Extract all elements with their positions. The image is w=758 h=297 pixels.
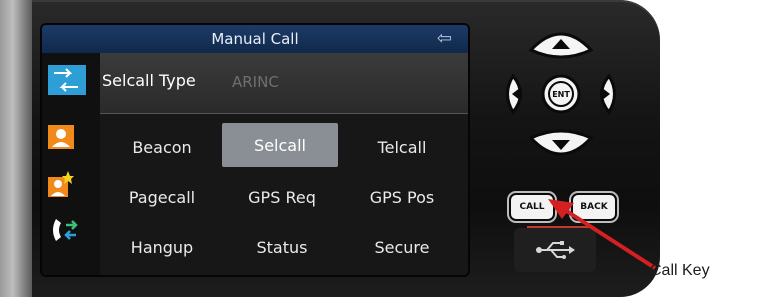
callout-arrow — [548, 199, 657, 270]
call-key-callout-label: Call Key — [650, 262, 710, 279]
